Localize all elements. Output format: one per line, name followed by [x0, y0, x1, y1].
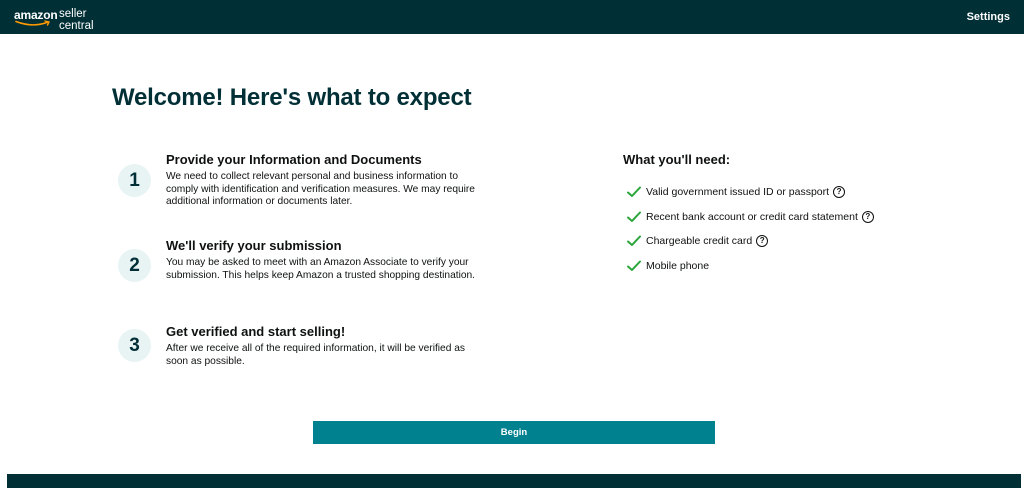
requirements-title: What you'll need: [623, 152, 731, 167]
step-number-badge: 2 [118, 249, 151, 282]
logo-product-text: seller central [59, 8, 94, 32]
requirement-label: Mobile phone [646, 259, 710, 272]
check-icon [627, 235, 641, 247]
requirement-label: Chargeable credit card [646, 235, 753, 248]
footer-bar [7, 474, 1021, 488]
settings-link[interactable]: Settings [967, 11, 1010, 23]
step-description: We need to collect relevant personal and… [166, 171, 475, 207]
step-description: You may be asked to meet with an Amazon … [166, 257, 476, 281]
question-circle-icon[interactable]: ? [861, 210, 874, 223]
step-2: 2 We'll verify your submission You may b… [118, 238, 488, 318]
check-icon [627, 260, 641, 271]
check-icon [627, 186, 641, 198]
question-circle-icon[interactable]: ? [756, 235, 769, 248]
step-3: 3 Get verified and start selling! After … [118, 324, 488, 404]
requirement-item: Chargeable credit card ? [623, 229, 923, 254]
seller-central-logo[interactable]: amazon seller central [14, 0, 124, 34]
check-icon [627, 211, 641, 222]
requirement-label: Recent bank account or credit card state… [646, 210, 858, 223]
amazon-smile-icon [15, 20, 51, 26]
step-title: Get verified and start selling! [166, 324, 346, 339]
requirements-panel: What you'll need: Valid government issue… [623, 152, 923, 278]
step-number-badge: 3 [118, 329, 151, 362]
step-1: 1 Provide your Information and Documents… [118, 152, 488, 232]
question-circle-icon[interactable]: ? [833, 186, 846, 199]
requirement-item: Mobile phone [623, 254, 923, 279]
requirement-item: Recent bank account or credit card state… [623, 205, 923, 230]
requirements-list: Valid government issued ID or passport ?… [623, 180, 923, 278]
page-title: Welcome! Here's what to expect [112, 84, 472, 111]
begin-button[interactable]: Begin [313, 421, 715, 444]
step-number-badge: 1 [118, 164, 151, 197]
step-title: We'll verify your submission [166, 238, 342, 253]
step-title: Provide your Information and Documents [166, 152, 422, 167]
requirement-item: Valid government issued ID or passport ? [623, 180, 923, 205]
requirement-label: Valid government issued ID or passport [646, 186, 830, 199]
top-navigation-bar: amazon seller central Settings [0, 0, 1024, 34]
step-description: After we receive all of the required inf… [166, 343, 465, 367]
